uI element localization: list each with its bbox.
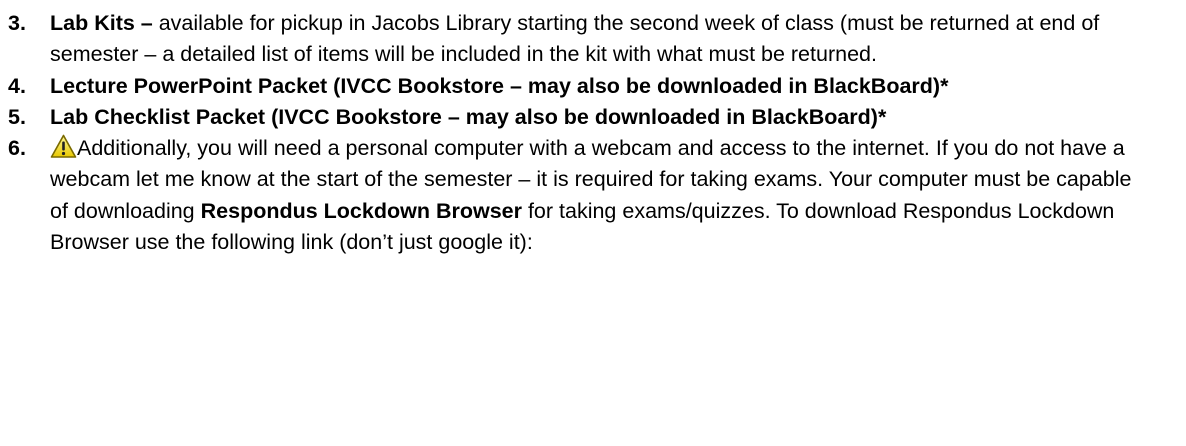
item-heading: Lecture PowerPoint Packet (IVCC Bookstor… (50, 73, 949, 98)
warning-icon (50, 134, 77, 159)
item-number: 6. (8, 136, 26, 161)
item-number: 4. (8, 73, 26, 98)
item-heading: Lab Kits – (50, 11, 153, 35)
list-item-5: 5. Lab Checklist Packet (IVCC Bookstore –… (8, 102, 1146, 133)
document-page: 3. Lab Kits – available for pickup in Jac… (0, 0, 1186, 446)
item-heading: Lab Checklist Packet (IVCC Bookstore – m… (50, 104, 887, 129)
list-item-3: 3. Lab Kits – available for pickup in Jac… (8, 8, 1146, 71)
respondus-name: Respondus Lockdown Browser (200, 198, 522, 223)
item-number: 5. (8, 104, 26, 129)
item-text: available for pickup in Jacobs Library s… (50, 11, 1100, 67)
requirements-list: 3. Lab Kits – available for pickup in Jac… (8, 8, 1146, 258)
list-item-6: 6. Additionally, you will need a personal… (8, 133, 1146, 258)
item-number: 3. (8, 11, 26, 35)
list-item-4: 4. Lecture PowerPoint Packet (IVCC Bookst… (8, 71, 1146, 102)
